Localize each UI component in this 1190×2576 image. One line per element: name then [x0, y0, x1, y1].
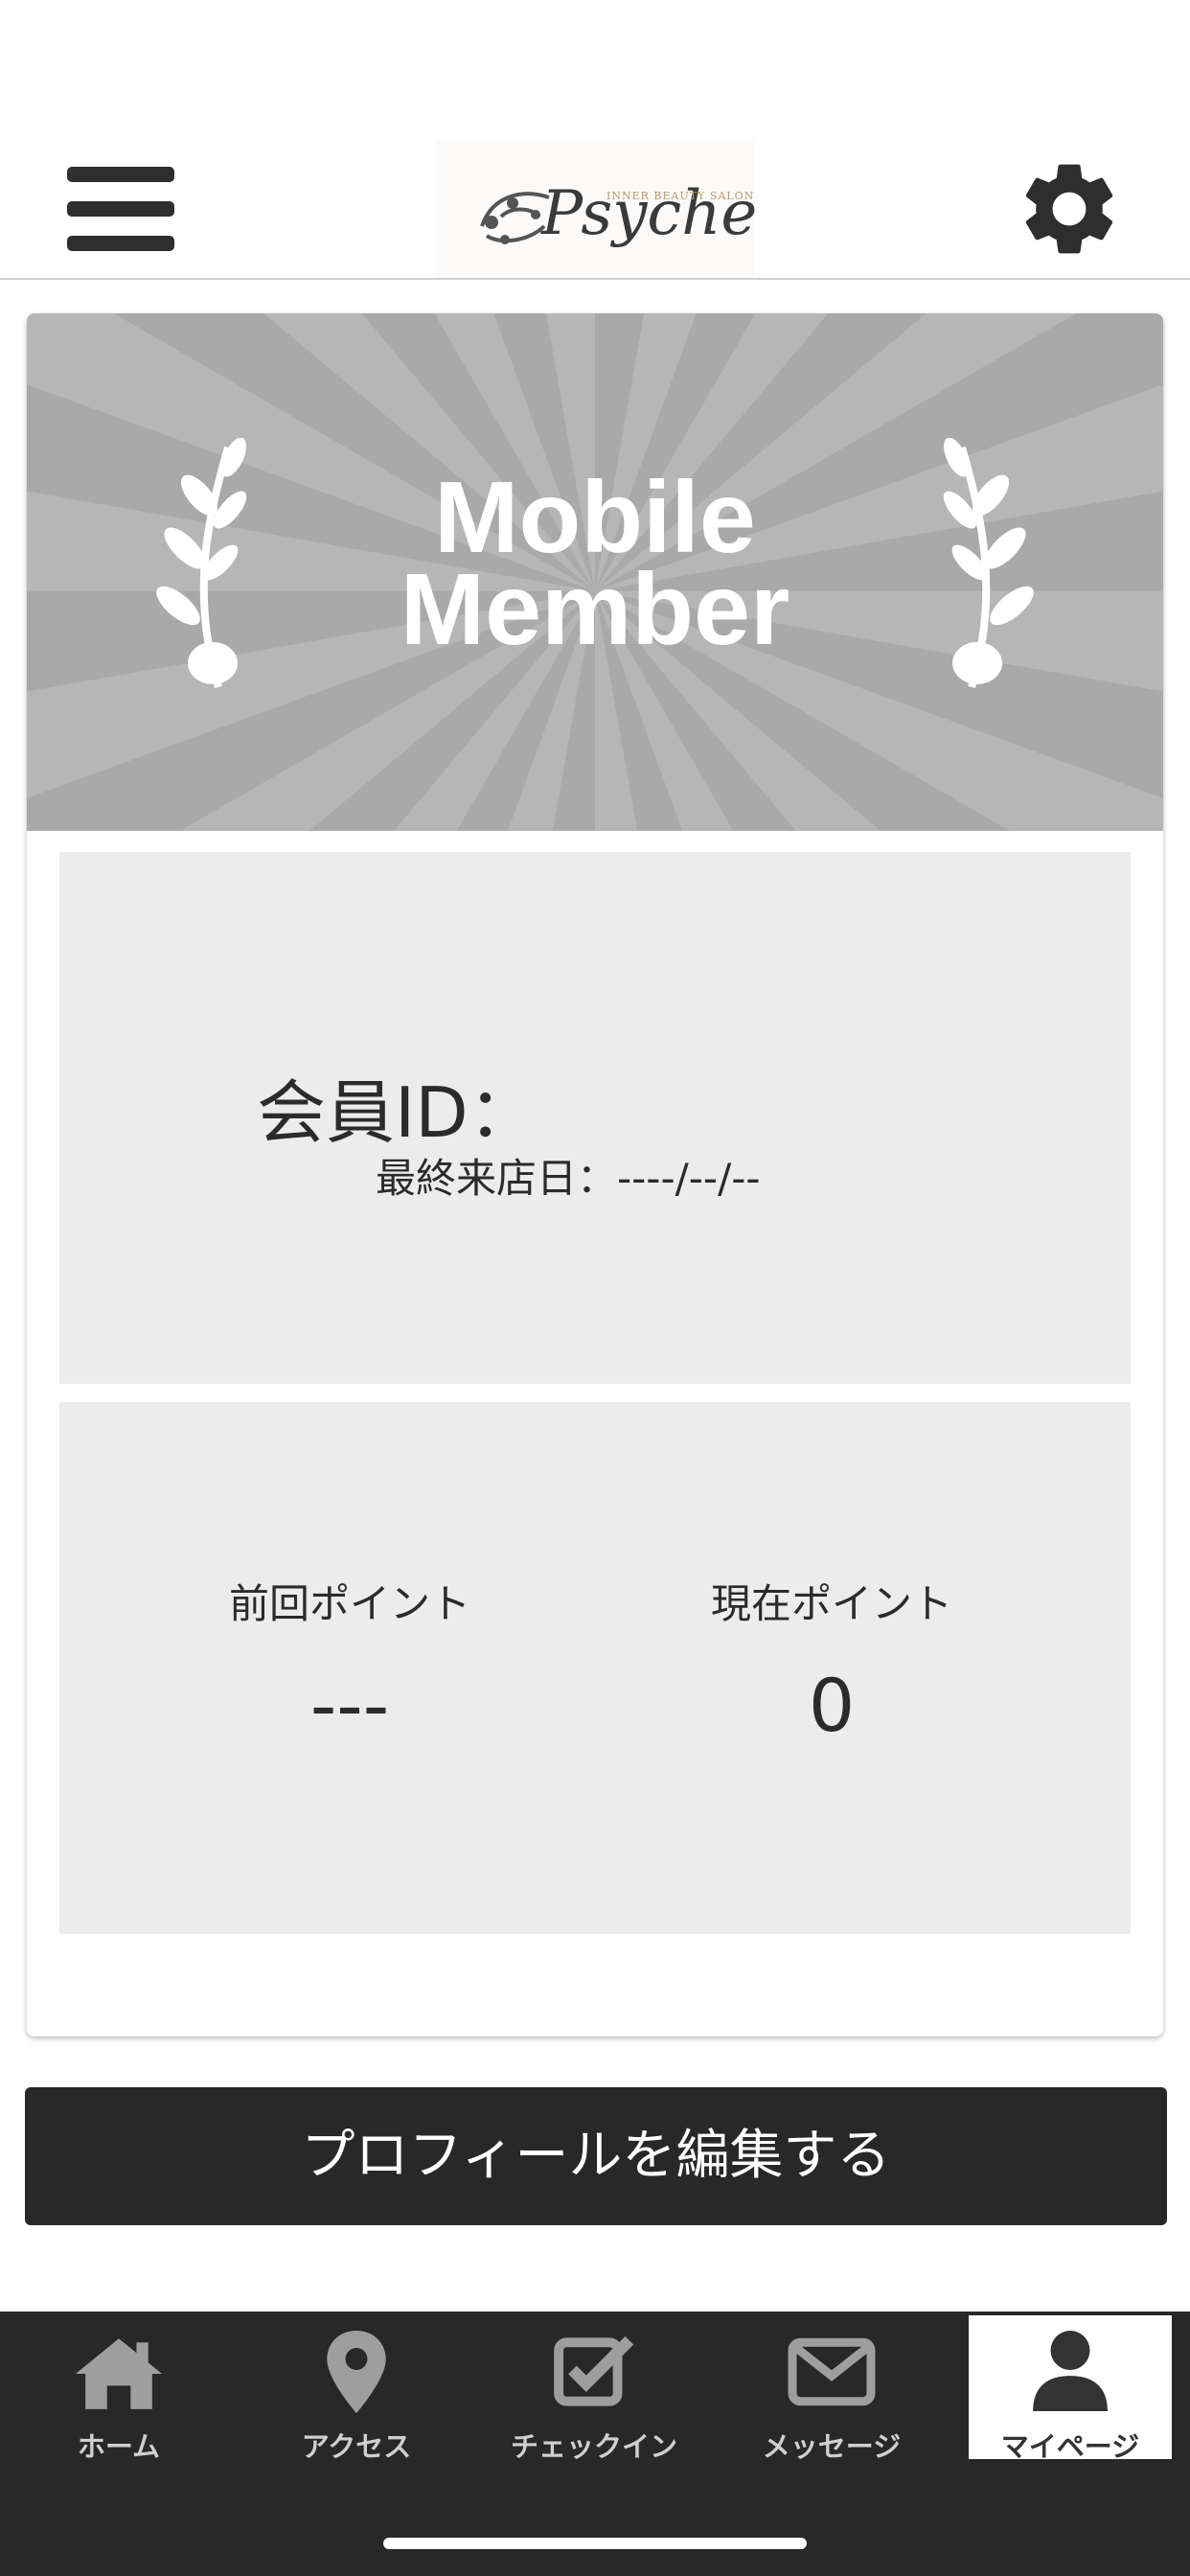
envelope-icon: [788, 2337, 876, 2406]
edit-profile-button[interactable]: プロフィールを編集する: [25, 2087, 1167, 2225]
gear-icon[interactable]: [1014, 153, 1125, 264]
last-visit-date: 最終来店日：----/--/--: [376, 1155, 761, 1202]
tab-home-label: ホーム: [77, 2430, 161, 2463]
previous-points-value: ---: [309, 1663, 390, 1748]
tab-mypage[interactable]: マイページ: [969, 2315, 1172, 2463]
tab-messages[interactable]: メッセージ: [713, 2312, 950, 2463]
logo-tagline: INNER BEAUTY SALON: [606, 190, 755, 202]
checkbox-icon: [554, 2335, 634, 2406]
current-points-value: 0: [808, 1663, 856, 1748]
banner-title-line2: Member: [400, 553, 790, 666]
tab-checkin[interactable]: チェックイン: [475, 2312, 713, 2463]
tab-checkin-label: チェックイン: [510, 2430, 677, 2463]
home-icon: [75, 2338, 163, 2409]
banner-title: Mobile Member: [27, 461, 1163, 666]
map-pin-icon: [327, 2331, 386, 2413]
tab-access-label: アクセス: [301, 2430, 412, 2463]
tab-mypage-label: マイページ: [1000, 2430, 1140, 2463]
home-indicator: [383, 2538, 807, 2549]
banner-title-line1: Mobile: [434, 461, 756, 574]
user-icon: [1033, 2331, 1108, 2411]
member-id-label: 会員ID：: [257, 1072, 538, 1153]
tab-access[interactable]: アクセス: [238, 2312, 475, 2463]
previous-points-label: 前回ポイント: [228, 1580, 470, 1627]
member-info-panel: [59, 852, 1131, 1384]
salon-logo: Psyche INNER BEAUTY SALON: [436, 140, 757, 278]
tab-messages-label: メッセージ: [762, 2430, 902, 2463]
tab-home[interactable]: ホーム: [0, 2312, 238, 2463]
hamburger-menu-icon[interactable]: [67, 163, 174, 255]
current-points-label: 現在ポイント: [710, 1580, 952, 1627]
